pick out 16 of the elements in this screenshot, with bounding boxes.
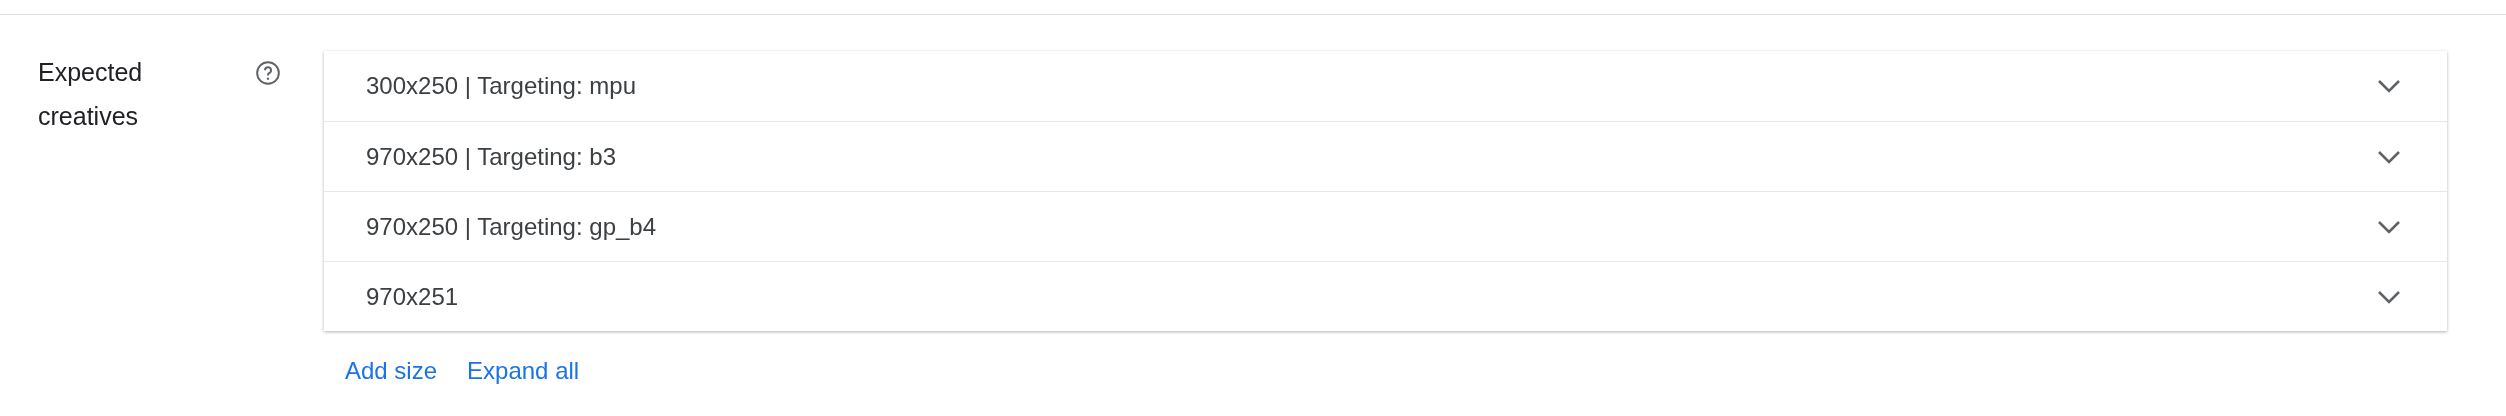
- action-link[interactable]: Expand all: [467, 353, 580, 389]
- chevron-icon: [2377, 148, 2401, 165]
- creative-title: 970x250 | Targeting: gp_b4: [366, 211, 657, 242]
- creative-title: 970x251: [366, 281, 459, 312]
- chevron-icon: [2377, 288, 2401, 305]
- creative-title: 970x250 | Targeting: b3: [366, 141, 616, 172]
- creative-row[interactable]: 970x250 | Targeting: gp_b4: [324, 191, 2447, 261]
- creative-title: 300x250 | Targeting: mpu: [366, 71, 636, 101]
- field-label: Expected creatives: [38, 57, 144, 132]
- creative-row[interactable]: 300x250 | Targeting: mpu: [324, 51, 2447, 121]
- chevron-icon: [2377, 78, 2401, 94]
- help-icon[interactable]: [255, 60, 281, 86]
- creative-row[interactable]: 970x251: [324, 261, 2447, 331]
- chevron-icon: [2377, 218, 2401, 235]
- creative-row[interactable]: 970x250 | Targeting: b3: [324, 121, 2447, 191]
- action-link[interactable]: Add size: [345, 353, 438, 389]
